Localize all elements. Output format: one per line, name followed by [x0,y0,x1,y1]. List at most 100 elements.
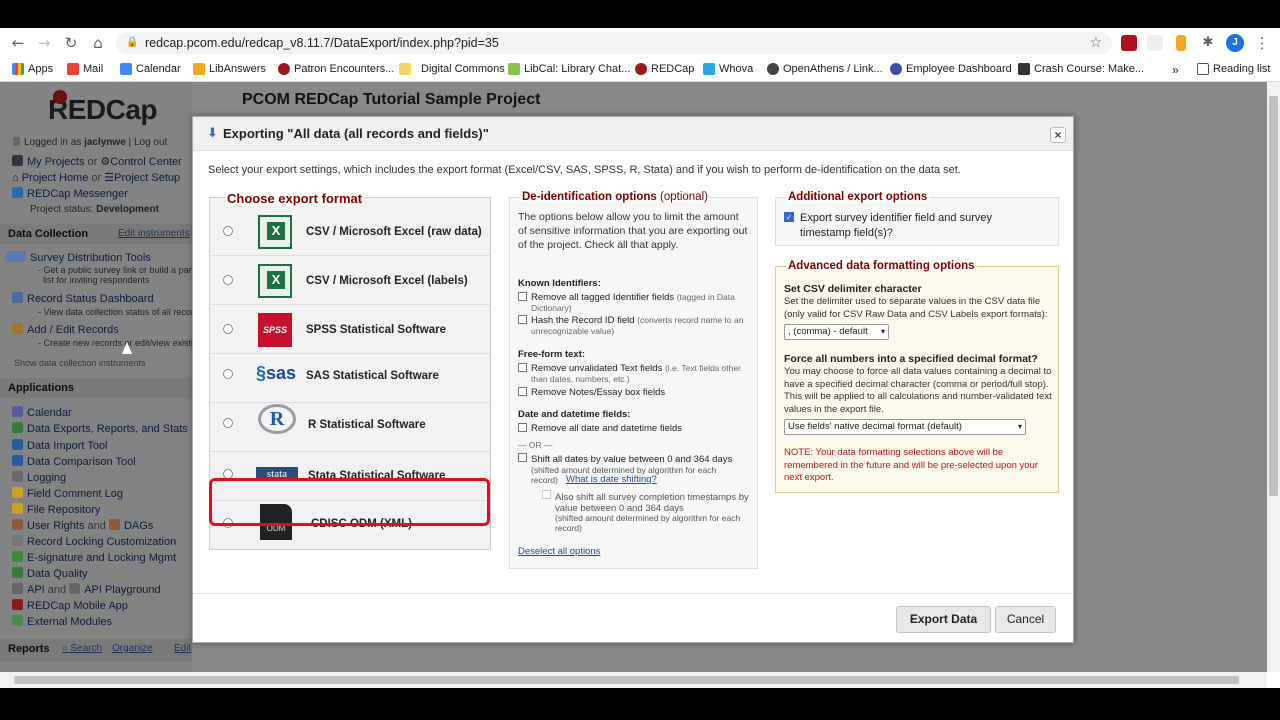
ublock-icon[interactable] [1121,35,1137,51]
bookmark-openathens[interactable]: OpenAthens / Link... [767,63,883,75]
app-record-locking[interactable]: Record Locking Customization [12,535,176,548]
app-data-exports[interactable]: Data Exports, Reports, and Stats [12,422,188,435]
bookmark-libcal[interactable]: LibCal: Library Chat... [508,63,630,75]
export-data-button[interactable]: Export Data [896,606,991,633]
format-option-sas[interactable]: §sas SAS Statistical Software [210,355,490,403]
reading-list[interactable]: Reading list [1197,63,1270,75]
app-data-comparison[interactable]: Data Comparison Tool [12,455,136,468]
project-home-link[interactable]: Project Home [22,172,89,184]
app-mobile[interactable]: REDCap Mobile App [12,599,128,612]
playground-icon [69,583,81,594]
api-icon [12,583,23,594]
app-data-quality[interactable]: Data Quality [12,567,88,580]
bookmark-whova[interactable]: Whova [703,63,753,75]
delimiter-select[interactable]: , (comma) - default ▾ [784,324,889,340]
format-option-csv-raw[interactable]: X CSV / Microsoft Excel (raw data) [210,208,490,256]
bookmark-apps[interactable]: Apps [12,63,53,75]
label-remove-notes: Remove Notes/Essay box fields [531,387,666,398]
record-status-link[interactable]: Record Status Dashboard [12,292,154,305]
applications-header: Applications [0,378,192,398]
bookmark-patron[interactable]: Patron Encounters... [278,63,394,75]
close-button[interactable]: × [1050,127,1066,143]
checkbox-remove-dates[interactable] [518,423,527,432]
checkbox-remove-notes[interactable] [518,387,527,396]
reports-edit-link[interactable]: Edit [174,643,191,654]
format-option-spss[interactable]: SPSS SPSS Statistical Software [210,306,490,354]
radio-r[interactable] [223,418,233,428]
project-setup-link[interactable]: Project Setup [114,172,180,184]
deidentification-box: De-identification options (optional) The… [509,191,758,569]
app-user-rights[interactable]: User Rights and DAGs [12,519,153,532]
bookmarks-more[interactable]: » [1172,63,1179,77]
dialog-title: ⬇ Exporting "All data (all records and f… [193,117,1073,151]
radio-csv-raw[interactable] [223,226,233,236]
profile-avatar[interactable]: J [1226,34,1244,52]
menu-icon[interactable]: ⋮ [1252,34,1272,52]
horizontal-scrollbar[interactable] [0,672,1267,688]
app-external-modules[interactable]: External Modules [12,615,112,628]
cancel-button[interactable]: Cancel [995,606,1056,633]
bookmarks-bar: Apps Mail Calendar LibAnswers Patron Enc… [0,58,1280,82]
calendar-icon [12,406,23,417]
comment-icon [12,487,23,498]
reports-search-link[interactable]: ⌕ Search [62,643,102,654]
projects-icon [12,155,23,166]
checkbox-shift-dates[interactable] [518,453,527,462]
app-esignature[interactable]: E-signature and Locking Mgmt [12,551,176,564]
format-option-r[interactable]: R R Statistical Software [210,404,490,452]
format-option-csv-labels[interactable]: X CSV / Microsoft Excel (labels) [210,257,490,305]
checkbox-shift-survey[interactable] [542,490,551,499]
checkbox-remove-unvalidated[interactable] [518,363,527,372]
scroll-thumb[interactable] [14,676,1239,684]
redcap-logo[interactable]: REDCap [48,90,158,126]
extension-icon[interactable] [1147,35,1163,51]
back-icon[interactable]: ← [8,34,28,52]
messenger-link[interactable]: REDCap Messenger [12,187,128,200]
app-calendar[interactable]: Calendar [12,406,72,419]
extension2-icon[interactable] [1176,35,1186,51]
bookmark-employee-dashboard[interactable]: Employee Dashboard [890,63,1012,75]
home-icon[interactable]: ⌂ [88,34,108,52]
control-center-link[interactable]: Control Center [110,156,182,168]
radio-spss[interactable] [223,324,233,334]
forward-icon[interactable]: → [34,34,54,52]
bookmark-redcap[interactable]: REDCap [635,63,694,75]
decimal-select[interactable]: Use fields' native decimal format (defau… [784,419,1026,435]
checkbox-export-survey-fields[interactable]: ✓ [784,212,794,222]
date-fields-header: Date and datetime fields: [518,409,631,420]
reload-icon[interactable]: ↻ [61,34,81,52]
scroll-thumb[interactable] [1269,96,1278,496]
add-edit-link[interactable]: Add / Edit Records [12,323,119,336]
address-bar[interactable]: 🔒 redcap.pcom.edu/redcap_v8.11.7/DataExp… [116,32,1112,54]
show-instruments-link[interactable]: Show data collection instruments [14,358,146,368]
reports-organize-link[interactable]: Organize [112,643,153,654]
bookmark-crash-course[interactable]: Crash Course: Make... [1018,63,1144,75]
survey-tools-link[interactable]: Survey Distribution Tools [6,251,151,264]
app-api[interactable]: API and API Playground [12,583,161,596]
radio-csv-labels[interactable] [223,275,233,285]
checkbox-remove-identifiers[interactable] [518,292,527,301]
app-field-comment-log[interactable]: Field Comment Log [12,487,123,500]
dags-link[interactable]: DAGs [124,520,153,532]
app-data-import[interactable]: Data Import Tool [12,439,108,452]
puzzle-icon[interactable]: ✱ [1198,34,1218,52]
radio-sas[interactable] [223,369,233,379]
bookmark-star-icon[interactable]: ☆ [1089,32,1102,54]
api-playground-link[interactable]: API Playground [84,584,160,596]
survey-icon [6,251,26,262]
label-remove-dates: Remove all date and datetime fields [531,423,683,434]
reports-header: Reports ⌕ Search Organize Edit [0,639,192,661]
checkbox-hash-record-id[interactable] [518,315,527,324]
app-file-repository[interactable]: File Repository [12,503,100,516]
edit-instruments-link[interactable]: Edit instruments [118,228,190,239]
vertical-scrollbar[interactable] [1267,82,1280,672]
what-is-date-shifting-link[interactable]: What is date shifting? [566,474,657,485]
bookmark-digital-commons[interactable]: Digital Commons [399,63,505,75]
bookmark-calendar[interactable]: Calendar [120,63,181,75]
my-projects-link[interactable]: My Projects [27,156,84,168]
app-logging[interactable]: Logging [12,471,66,484]
bookmark-libanswers[interactable]: LibAnswers [193,63,266,75]
deselect-all-link[interactable]: Deselect all options [518,546,600,557]
bookmark-mail[interactable]: Mail [67,63,103,75]
logout-link[interactable]: Log out [134,137,167,148]
